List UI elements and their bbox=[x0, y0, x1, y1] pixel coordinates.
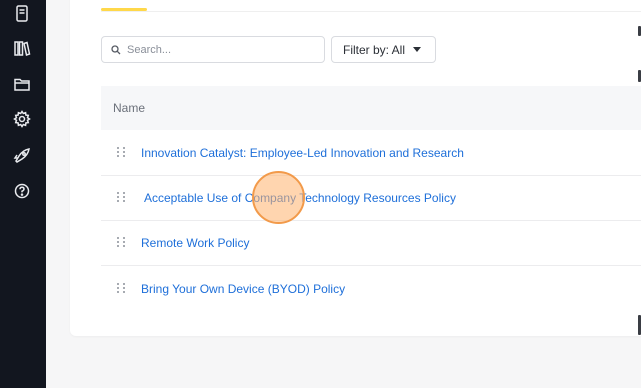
table-row[interactable]: Bring Your Own Device (BYOD) Policy bbox=[101, 266, 641, 311]
table-row[interactable]: Remote Work Policy bbox=[101, 221, 641, 266]
table-row[interactable]: Acceptable Use of Company Technology Res… bbox=[101, 176, 641, 221]
caret-down-icon bbox=[413, 47, 422, 52]
column-header-name[interactable]: Name bbox=[113, 101, 145, 115]
drag-handle-icon[interactable] bbox=[117, 147, 125, 159]
filter-dropdown[interactable]: Filter by: All bbox=[331, 36, 436, 63]
policy-link[interactable]: Innovation Catalyst: Employee-Led Innova… bbox=[141, 146, 464, 160]
table-row[interactable]: Innovation Catalyst: Employee-Led Innova… bbox=[101, 131, 641, 176]
rocket-icon[interactable] bbox=[11, 145, 33, 167]
drag-handle-icon[interactable] bbox=[117, 237, 125, 249]
drag-handle-icon[interactable] bbox=[117, 192, 125, 204]
policy-link[interactable]: Bring Your Own Device (BYOD) Policy bbox=[141, 282, 345, 296]
help-icon[interactable] bbox=[11, 180, 33, 202]
policy-link[interactable]: Acceptable Use of Company Technology Res… bbox=[144, 191, 456, 205]
search-input[interactable] bbox=[127, 43, 307, 56]
table-header: Name bbox=[101, 86, 641, 130]
folder-icon[interactable] bbox=[11, 73, 33, 95]
drag-handle-icon[interactable] bbox=[117, 282, 125, 295]
filter-label: Filter by: All bbox=[343, 42, 406, 57]
library-icon[interactable] bbox=[11, 37, 33, 59]
document-icon[interactable] bbox=[11, 3, 33, 25]
policy-link[interactable]: Remote Work Policy bbox=[141, 236, 249, 250]
gear-icon[interactable] bbox=[11, 108, 33, 130]
search-icon bbox=[111, 44, 121, 54]
tab-divider bbox=[101, 11, 641, 12]
search-box bbox=[101, 36, 325, 63]
sidebar bbox=[0, 0, 46, 388]
